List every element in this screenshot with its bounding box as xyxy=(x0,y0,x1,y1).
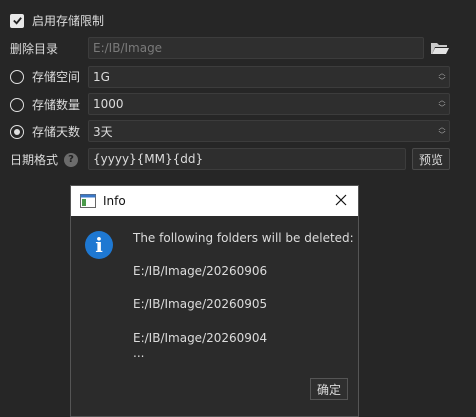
folder-path-1: E:/IB/Image/20260906 xyxy=(133,264,268,278)
preview-button[interactable]: 预览 xyxy=(412,148,450,170)
date-format-value: {yyyy}{MM}{dd} xyxy=(93,152,204,166)
dialog-message: The following folders will be deleted: xyxy=(133,231,354,245)
more-ellipsis: ... xyxy=(133,346,145,360)
dialog-titlebar[interactable]: Info xyxy=(71,186,358,216)
space-label: 存储空间 xyxy=(32,70,81,84)
chevron-up-icon[interactable]: ︿ xyxy=(439,69,446,77)
date-format-input[interactable]: {yyyy}{MM}{dd} xyxy=(88,148,406,170)
window-app-icon xyxy=(80,194,96,208)
count-spin-arrows[interactable]: ︿ ﹀ xyxy=(438,96,446,112)
enable-limit-label: 启用存储限制 xyxy=(32,14,105,28)
chevron-down-icon[interactable]: ﹀ xyxy=(439,104,446,112)
delete-dir-field[interactable]: E:/IB/Image xyxy=(88,37,424,59)
chevron-up-icon[interactable]: ︿ xyxy=(439,96,446,104)
count-label: 存储数量 xyxy=(32,98,81,112)
date-format-label: 日期格式 xyxy=(10,153,59,167)
dialog-title: Info xyxy=(103,194,126,208)
enable-limit-row[interactable]: 启用存储限制 xyxy=(0,12,476,29)
days-radio[interactable] xyxy=(10,124,24,139)
date-format-row: 日期格式 ? xyxy=(0,151,88,168)
delete-dir-label: 删除目录 xyxy=(10,42,59,56)
days-label: 存储天数 xyxy=(32,125,81,139)
delete-dir-value: E:/IB/Image xyxy=(93,41,163,55)
ok-button[interactable]: 确定 xyxy=(310,378,348,400)
info-dialog: Info i The following folders will be del… xyxy=(70,185,359,417)
folder-open-icon[interactable] xyxy=(430,40,450,56)
count-spinbox[interactable]: 1000 ︿ ﹀ xyxy=(88,93,450,115)
folder-path-3: E:/IB/Image/20260904 xyxy=(133,331,268,345)
folder-path-2: E:/IB/Image/20260905 xyxy=(133,297,268,311)
enable-limit-checkbox[interactable] xyxy=(10,13,24,28)
space-spinbox[interactable]: 1G ︿ ﹀ xyxy=(88,66,450,88)
days-spin-arrows[interactable]: ︿ ﹀ xyxy=(438,123,446,139)
info-icon: i xyxy=(85,231,113,259)
space-option[interactable]: 存储空间 xyxy=(0,68,88,85)
help-icon[interactable]: ? xyxy=(64,152,79,167)
close-icon[interactable] xyxy=(334,193,348,207)
space-spin-arrows[interactable]: ︿ ﹀ xyxy=(438,69,446,85)
days-option[interactable]: 存储天数 xyxy=(0,123,88,140)
space-value: 1G xyxy=(93,70,110,84)
space-radio[interactable] xyxy=(10,69,24,84)
check-icon xyxy=(12,17,22,25)
chevron-up-icon[interactable]: ︿ xyxy=(439,123,446,131)
chevron-down-icon[interactable]: ﹀ xyxy=(439,131,446,139)
days-value: 3天 xyxy=(93,124,113,139)
count-value: 1000 xyxy=(93,97,124,111)
days-spinbox[interactable]: 3天 ︿ ﹀ xyxy=(88,120,450,142)
count-option[interactable]: 存储数量 xyxy=(0,96,88,113)
chevron-down-icon[interactable]: ﹀ xyxy=(439,77,446,85)
count-radio[interactable] xyxy=(10,97,24,112)
